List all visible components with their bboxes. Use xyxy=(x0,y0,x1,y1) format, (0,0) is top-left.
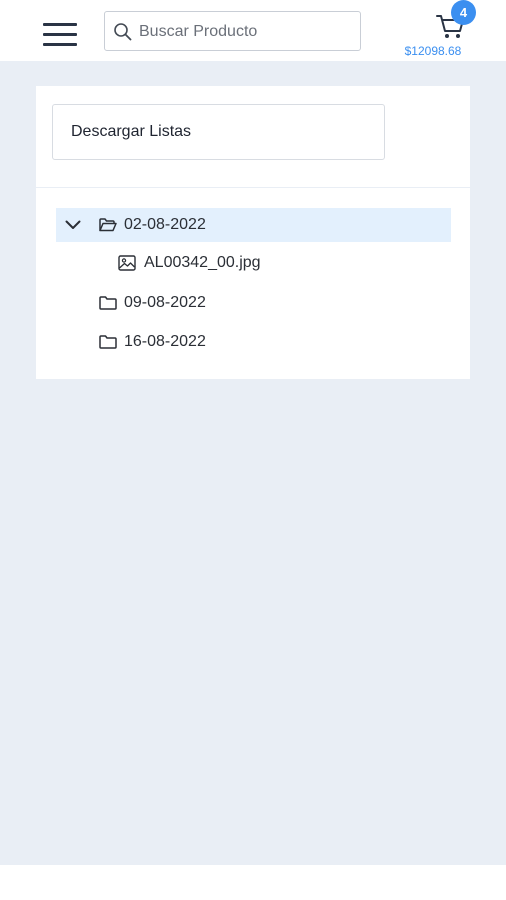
bottom-bar xyxy=(0,865,506,900)
hamburger-menu-icon[interactable] xyxy=(40,17,82,51)
cart-total: $12098.68 xyxy=(404,44,462,58)
search-input[interactable] xyxy=(139,19,354,45)
download-lists-button[interactable]: Descargar Listas xyxy=(52,104,385,160)
tree-node-folder[interactable]: 02-08-2022 xyxy=(56,208,451,242)
folder-icon xyxy=(99,335,117,349)
tree-node-label: 09-08-2022 xyxy=(124,294,206,311)
tree-node-label: 16-08-2022 xyxy=(124,333,206,350)
image-icon xyxy=(118,255,136,271)
search-icon xyxy=(114,23,132,41)
folder-icon xyxy=(99,296,117,310)
file-tree: 02-08-2022 AL00342_00.jpg 09-08-2022 16-… xyxy=(36,188,470,379)
chevron-down-icon[interactable] xyxy=(65,220,81,230)
download-card: Descargar Listas xyxy=(36,86,470,187)
tree-node-label: 02-08-2022 xyxy=(124,216,206,233)
cart-count-badge: 4 xyxy=(451,0,476,25)
top-bar: 4 $12098.68 xyxy=(0,0,506,61)
tree-node-file[interactable]: AL00342_00.jpg xyxy=(56,246,451,280)
folder-open-icon xyxy=(99,218,117,232)
tree-node-folder[interactable]: 09-08-2022 xyxy=(56,286,451,320)
tree-node-label: AL00342_00.jpg xyxy=(144,254,261,271)
tree-node-folder[interactable]: 16-08-2022 xyxy=(56,325,451,359)
main-content: Descargar Listas 02-08-2022 AL00342_00.j… xyxy=(0,61,506,865)
search-box[interactable] xyxy=(104,11,361,51)
